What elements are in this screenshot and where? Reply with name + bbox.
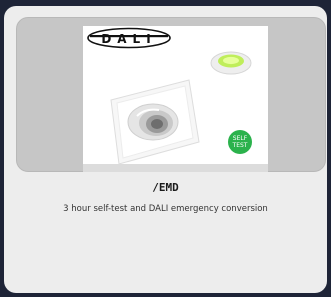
downlight-image <box>110 79 200 165</box>
dali-logo: DALI <box>87 27 171 49</box>
product-card[interactable]: DALI SELF TEST /EMD 3 hour self-test and… <box>4 6 327 293</box>
product-image-panel: DALI SELF TEST <box>16 17 326 172</box>
product-code: /EMD <box>152 181 179 194</box>
product-photo: DALI SELF TEST <box>83 26 268 172</box>
badge-line-2: TEST <box>232 142 248 149</box>
product-description: 3 hour self-test and DALI emergency conv… <box>63 204 268 214</box>
badge-line-1: SELF <box>232 135 248 142</box>
photo-bottom-strip <box>83 164 268 172</box>
pendant-lamp-image <box>210 51 252 75</box>
dali-logo-text: DALI <box>101 32 156 46</box>
self-test-badge: SELF TEST <box>228 130 252 154</box>
